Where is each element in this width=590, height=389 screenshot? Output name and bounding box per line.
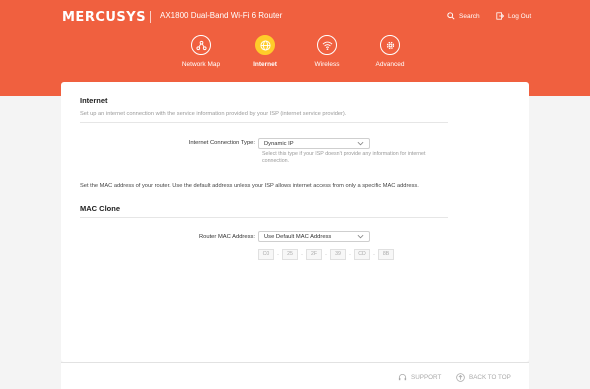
network-map-icon: [191, 35, 211, 55]
mac-octet-input: 8B: [378, 249, 394, 260]
mac-octet-input: 25: [282, 249, 298, 260]
chevron-down-icon: [357, 234, 364, 239]
mac-octet-input: C0: [258, 249, 274, 260]
mac-octet-input: CD: [354, 249, 370, 260]
mac-clone-title: MAC Clone: [80, 204, 120, 213]
globe-icon: [255, 35, 275, 55]
headset-icon: [398, 374, 407, 381]
search-label: Search: [459, 12, 480, 20]
search-icon: [447, 12, 455, 20]
mac-address-fields: C0 - 25 - 2F - 39 - CD - 8B: [258, 249, 394, 260]
mac-separator: -: [325, 251, 327, 258]
mac-clone-note: Set the MAC address of your router. Use …: [80, 183, 419, 189]
router-mac-value: Use Default MAC Address: [264, 234, 332, 240]
model-name: AX1800 Dual-Band Wi-Fi 6 Router: [160, 11, 283, 20]
logout-button[interactable]: Log Out: [496, 12, 531, 20]
mac-separator: -: [301, 251, 303, 258]
router-mac-select[interactable]: Use Default MAC Address: [258, 231, 370, 242]
connection-type-value: Dynamic IP: [264, 141, 294, 147]
nav-label: Wireless: [314, 61, 340, 68]
nav-network-map[interactable]: Network Map: [173, 35, 229, 68]
section-divider: [80, 122, 448, 123]
nav-wireless[interactable]: Wireless: [299, 35, 355, 68]
active-tab-pointer: [259, 90, 271, 96]
header-divider: [150, 11, 151, 23]
router-mac-label: Router MAC Address:: [198, 234, 255, 240]
internet-description: Set up an internet connection with the s…: [80, 111, 347, 117]
chevron-down-icon: [357, 141, 364, 146]
connection-hint: Select this type if your ISP doesn't pro…: [262, 151, 426, 164]
mac-separator: -: [349, 251, 351, 258]
wifi-icon: [317, 35, 337, 55]
section-divider: [80, 217, 448, 218]
mac-octet-input: 39: [330, 249, 346, 260]
support-label: SUPPORT: [411, 374, 442, 381]
logout-icon: [496, 12, 504, 20]
mac-octet-input: 2F: [306, 249, 322, 260]
internet-section-title: Internet: [80, 96, 108, 105]
logout-label: Log Out: [508, 12, 532, 20]
nav-label: Internet: [253, 61, 277, 68]
gear-icon: [380, 35, 400, 55]
content-card: [61, 82, 529, 362]
nav-internet[interactable]: Internet: [237, 35, 293, 68]
arrow-up-circle-icon: [456, 373, 465, 382]
support-link[interactable]: SUPPORT: [398, 373, 441, 382]
brand-logo: MERCUSYS: [62, 10, 147, 25]
connection-type-label: Internet Connection Type:: [188, 140, 255, 146]
connection-type-select[interactable]: Dynamic IP: [258, 138, 370, 149]
nav-label: Network Map: [181, 61, 221, 68]
search-button[interactable]: Search: [447, 12, 480, 20]
mac-separator: -: [373, 251, 375, 258]
back-to-top-label: BACK TO TOP: [469, 374, 511, 381]
mac-separator: -: [277, 251, 279, 258]
nav-label: Advanced: [375, 61, 405, 68]
nav-advanced[interactable]: Advanced: [362, 35, 418, 68]
back-to-top-link[interactable]: BACK TO TOP: [456, 373, 511, 382]
